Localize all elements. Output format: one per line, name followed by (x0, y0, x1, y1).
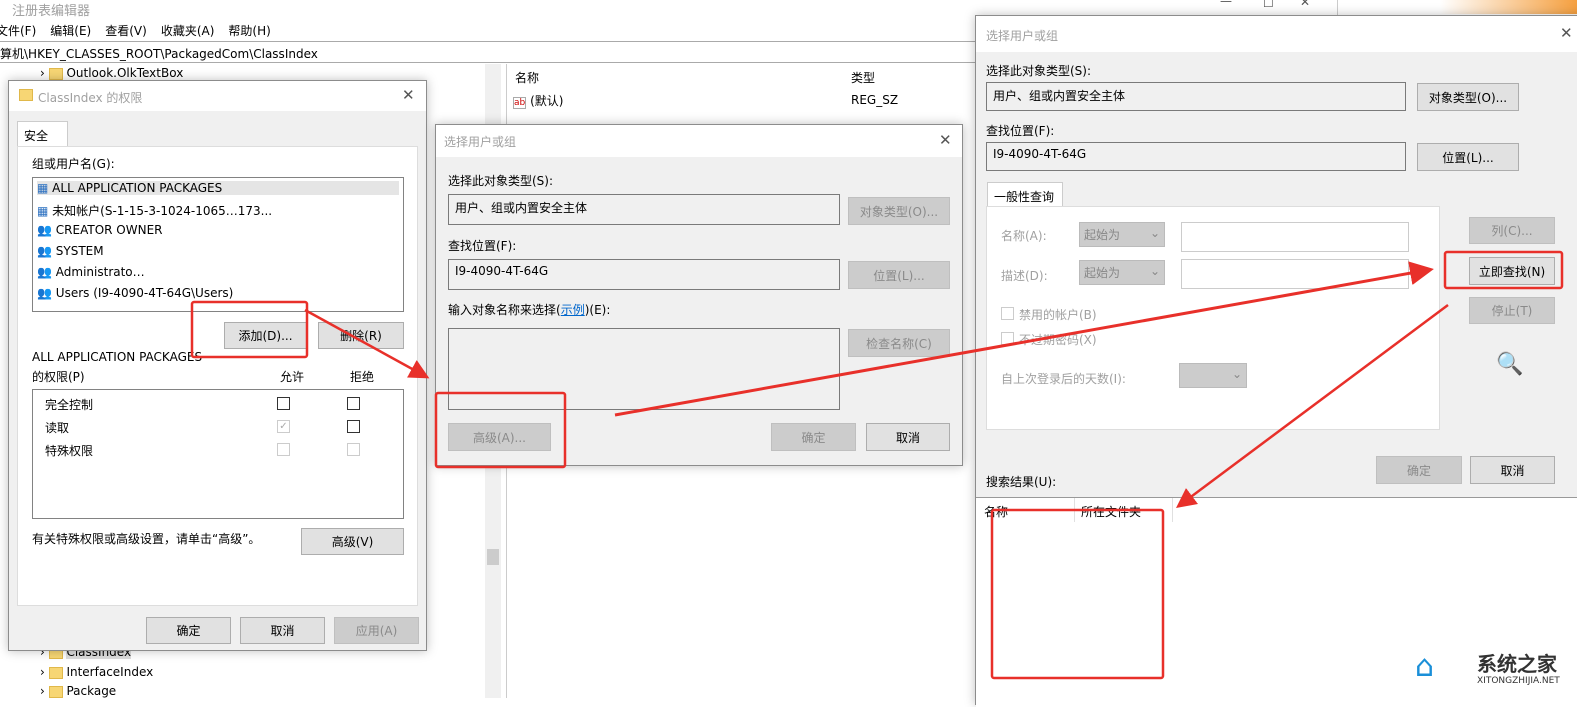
arrow-to-find-now (614, 261, 1434, 417)
highlight-box-results (990, 508, 1165, 680)
arrow-to-select-dialog (304, 308, 430, 379)
highlight-box-add (190, 300, 309, 359)
highlight-box-advanced (434, 391, 567, 469)
highlight-box-find-now (1443, 250, 1564, 290)
annotation-overlay (190, 250, 1564, 680)
arrow-to-results (1175, 303, 1449, 508)
